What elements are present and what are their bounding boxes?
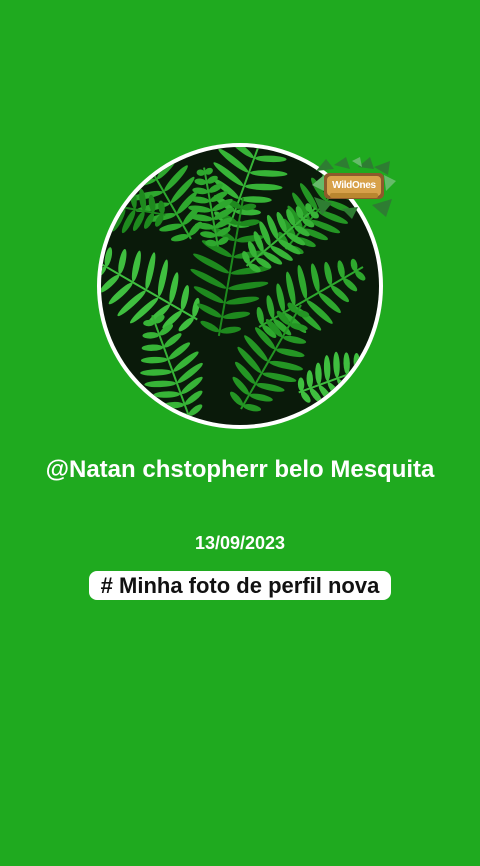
caption-text: # Minha foto de perfil nova [88,571,392,600]
wild-ones-badge: WildOnes [312,157,396,219]
badge-label: WildOnes [332,180,376,191]
fern-frond [297,351,379,404]
caption-box: # Minha foto de perfil nova [40,567,440,605]
post-date: 13/09/2023 [194,533,286,553]
profile-username: @Natan chstopherr belo Mesquita [45,456,435,483]
